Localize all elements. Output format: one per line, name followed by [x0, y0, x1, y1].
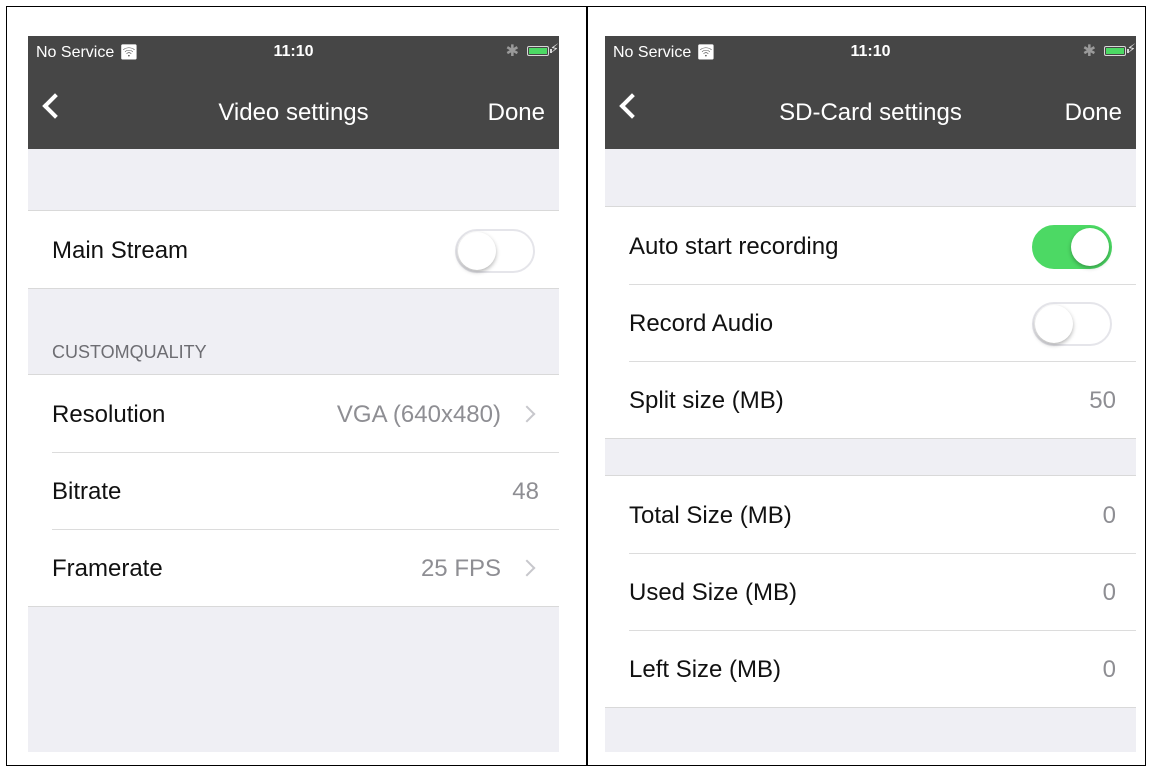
- done-button[interactable]: Done: [488, 99, 545, 127]
- resolution-row[interactable]: Resolution VGA (640x480): [28, 375, 559, 452]
- total-size-label: Total Size (MB): [629, 502, 792, 529]
- record-audio-row: Record Audio: [605, 284, 1136, 361]
- top-bar: No Service 🛜︎ 11:10 ✱ ⚡︎ SD-Card settings…: [605, 36, 1136, 149]
- bluetooth-icon: ✱: [1082, 43, 1096, 60]
- video-settings-screen: No Service 🛜︎ 11:10 ✱ ⚡︎ Video settings D…: [28, 36, 559, 752]
- resolution-value: VGA (640x480): [336, 401, 501, 428]
- used-size-row: Used Size (MB) 0: [605, 553, 1136, 630]
- split-size-label: Split size (MB): [629, 387, 784, 414]
- status-bar: No Service 🛜︎ 11:10 ✱ ⚡︎: [28, 36, 559, 66]
- auto-start-recording-row: Auto start recording: [605, 207, 1136, 284]
- sd-card-settings-screen: No Service 🛜︎ 11:10 ✱ ⚡︎ SD-Card settings…: [605, 36, 1136, 752]
- resolution-label: Resolution: [52, 401, 166, 428]
- toggle-knob: [458, 232, 496, 270]
- toggle-knob: [1071, 228, 1109, 266]
- total-size-value: 0: [1102, 502, 1116, 529]
- navigation-bar: SD-Card settings Done: [605, 66, 1136, 149]
- left-size-label: Left Size (MB): [629, 656, 782, 683]
- charging-icon: ⚡︎: [549, 41, 559, 56]
- charging-icon: ⚡︎: [1126, 41, 1136, 56]
- main-stream-row: Main Stream: [28, 211, 559, 288]
- used-size-value: 0: [1102, 579, 1116, 606]
- panel-divider: [586, 6, 588, 766]
- main-stream-group: Main Stream: [28, 210, 559, 289]
- status-bar: No Service 🛜︎ 11:10 ✱ ⚡︎: [605, 36, 1136, 66]
- bluetooth-icon: ✱: [505, 43, 519, 60]
- bitrate-value: 48: [512, 478, 539, 505]
- chevron-right-icon: [518, 559, 536, 577]
- chevron-right-icon: [518, 405, 536, 423]
- storage-group: Total Size (MB) 0 Used Size (MB) 0 Left …: [605, 475, 1136, 708]
- page-title: Video settings: [218, 99, 369, 126]
- page-title: SD-Card settings: [779, 99, 962, 126]
- battery-icon: [527, 46, 552, 56]
- left-size-row: Left Size (MB) 0: [605, 630, 1136, 707]
- auto-start-recording-label: Auto start recording: [629, 233, 839, 260]
- main-stream-label: Main Stream: [52, 237, 189, 264]
- auto-start-recording-toggle[interactable]: [1032, 225, 1112, 269]
- custom-quality-group: Resolution VGA (640x480) Bitrate 48 Fram…: [28, 374, 559, 607]
- status-time: 11:10: [850, 43, 891, 60]
- record-audio-toggle[interactable]: [1032, 302, 1112, 346]
- framerate-label: Framerate: [52, 555, 163, 582]
- used-size-label: Used Size (MB): [629, 579, 798, 606]
- done-button[interactable]: Done: [1065, 99, 1122, 127]
- battery-icon: [1104, 46, 1129, 56]
- record-audio-label: Record Audio: [629, 310, 774, 337]
- left-size-value: 0: [1102, 656, 1116, 683]
- recording-group: Auto start recording Record Audio Split …: [605, 206, 1136, 439]
- split-size-row[interactable]: Split size (MB) 50: [605, 361, 1136, 438]
- main-stream-toggle[interactable]: [455, 229, 535, 273]
- toggle-knob: [1035, 305, 1073, 343]
- top-bar: No Service 🛜︎ 11:10 ✱ ⚡︎ Video settings D…: [28, 36, 559, 149]
- split-size-value: 50: [1089, 387, 1116, 414]
- navigation-bar: Video settings Done: [28, 66, 559, 149]
- total-size-row: Total Size (MB) 0: [605, 476, 1136, 553]
- framerate-row[interactable]: Framerate 25 FPS: [28, 529, 559, 606]
- bitrate-label: Bitrate: [52, 478, 122, 505]
- bitrate-row[interactable]: Bitrate 48: [28, 452, 559, 529]
- status-time: 11:10: [273, 43, 314, 60]
- section-header-customquality: CUSTOMQUALITY: [52, 342, 207, 362]
- framerate-value: 25 FPS: [420, 555, 501, 582]
